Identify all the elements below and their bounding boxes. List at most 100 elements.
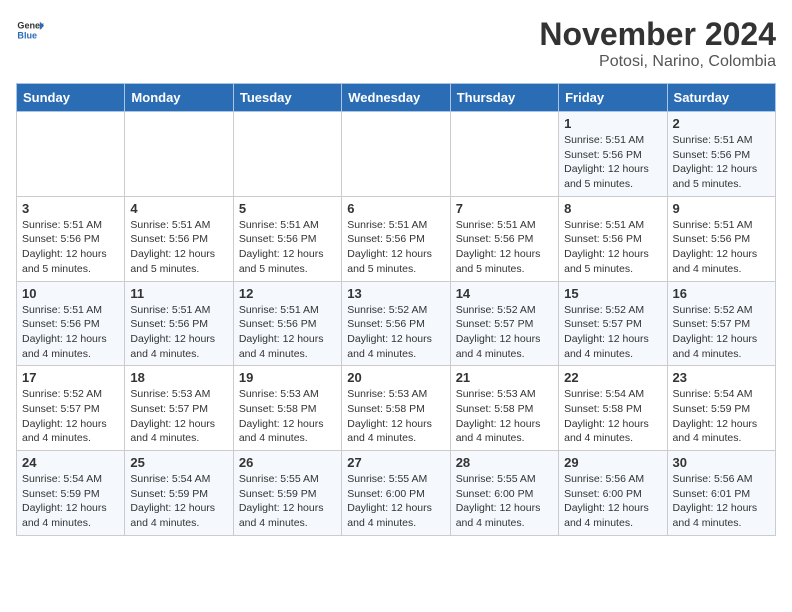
- day-info: Sunrise: 5:52 AM Sunset: 5:57 PM Dayligh…: [564, 303, 661, 362]
- day-number: 25: [130, 455, 227, 470]
- day-info: Sunrise: 5:51 AM Sunset: 5:56 PM Dayligh…: [130, 303, 227, 362]
- day-info: Sunrise: 5:55 AM Sunset: 6:00 PM Dayligh…: [456, 472, 553, 531]
- calendar-cell: [450, 112, 558, 197]
- calendar-week-row: 1 Sunrise: 5:51 AM Sunset: 5:56 PM Daylig…: [17, 112, 776, 197]
- calendar-cell: 29 Sunrise: 5:56 AM Sunset: 6:00 PM Dayli…: [559, 451, 667, 536]
- day-info: Sunrise: 5:51 AM Sunset: 5:56 PM Dayligh…: [347, 218, 444, 277]
- calendar-cell: 9 Sunrise: 5:51 AM Sunset: 5:56 PM Daylig…: [667, 196, 775, 281]
- day-number: 1: [564, 116, 661, 131]
- calendar-cell: 24Sunrise: 5:54 AM Sunset: 5:59 PM Dayli…: [17, 451, 125, 536]
- day-number: 21: [456, 370, 553, 385]
- calendar-cell: 23Sunrise: 5:54 AM Sunset: 5:59 PM Dayli…: [667, 366, 775, 451]
- col-tuesday: Tuesday: [233, 84, 341, 112]
- calendar-week-row: 3 Sunrise: 5:51 AM Sunset: 5:56 PM Daylig…: [17, 196, 776, 281]
- day-info: Sunrise: 5:53 AM Sunset: 5:58 PM Dayligh…: [239, 387, 336, 446]
- day-info: Sunrise: 5:55 AM Sunset: 6:00 PM Dayligh…: [347, 472, 444, 531]
- day-number: 3: [22, 201, 119, 216]
- day-info: Sunrise: 5:56 AM Sunset: 6:01 PM Dayligh…: [673, 472, 770, 531]
- day-number: 11: [130, 286, 227, 301]
- day-info: Sunrise: 5:51 AM Sunset: 5:56 PM Dayligh…: [456, 218, 553, 277]
- day-number: 29: [564, 455, 661, 470]
- day-number: 7: [456, 201, 553, 216]
- calendar-week-row: 24 Sunrise: 5:54 AM Sunset: 5:59 PM Dayli…: [17, 451, 776, 536]
- day-number: 27: [347, 455, 444, 470]
- day-info: Sunrise: 5:51 AM Sunset: 5:56 PM Dayligh…: [22, 303, 119, 362]
- col-sunday: Sunday: [17, 84, 125, 112]
- calendar-cell: 11 Sunrise: 5:51 AM Sunset: 5:56 PM Dayli…: [125, 281, 233, 366]
- col-wednesday: Wednesday: [342, 84, 450, 112]
- day-number: 18: [130, 370, 227, 385]
- day-number: 12: [239, 286, 336, 301]
- day-info: Sunrise: 5:51 AM Sunset: 5:56 PM Dayligh…: [564, 133, 661, 192]
- day-number: 14: [456, 286, 553, 301]
- calendar-cell: 10 Sunrise: 5:51 AM Sunset: 5:56 PM Dayli…: [17, 281, 125, 366]
- col-friday: Friday: [559, 84, 667, 112]
- day-number: 9: [673, 201, 770, 216]
- calendar-cell: 25 Sunrise: 5:54 AM Sunset: 5:59 PM Dayli…: [125, 451, 233, 536]
- day-info: Sunrise: 5:51 AM Sunset: 5:56 PM Dayligh…: [673, 218, 770, 277]
- day-number: 17: [22, 370, 119, 385]
- day-number: 13: [347, 286, 444, 301]
- day-number: 23: [673, 370, 770, 385]
- day-info: Sunrise: 5:51 AM Sunset: 5:56 PM Dayligh…: [673, 133, 770, 192]
- day-info: Sunrise: 5:54 AM Sunset: 5:59 PM Dayligh…: [130, 472, 227, 531]
- calendar-header-row: Sunday Monday Tuesday Wednesday Thursday…: [17, 84, 776, 112]
- day-info: Sunrise: 5:56 AM Sunset: 6:00 PM Dayligh…: [564, 472, 661, 531]
- day-info: Sunrise: 5:55 AM Sunset: 5:59 PM Dayligh…: [239, 472, 336, 531]
- day-info: Sunrise: 5:51 AM Sunset: 5:56 PM Dayligh…: [239, 303, 336, 362]
- day-number: 28: [456, 455, 553, 470]
- day-info: Sunrise: 5:51 AM Sunset: 5:56 PM Dayligh…: [130, 218, 227, 277]
- calendar-cell: 7 Sunrise: 5:51 AM Sunset: 5:56 PM Daylig…: [450, 196, 558, 281]
- calendar-cell: 30 Sunrise: 5:56 AM Sunset: 6:01 PM Dayli…: [667, 451, 775, 536]
- col-thursday: Thursday: [450, 84, 558, 112]
- day-number: 15: [564, 286, 661, 301]
- calendar-cell: 1 Sunrise: 5:51 AM Sunset: 5:56 PM Daylig…: [559, 112, 667, 197]
- calendar-cell: 19 Sunrise: 5:53 AM Sunset: 5:58 PM Dayli…: [233, 366, 341, 451]
- calendar-table: Sunday Monday Tuesday Wednesday Thursday…: [16, 83, 776, 536]
- calendar-cell: 20 Sunrise: 5:53 AM Sunset: 5:58 PM Dayli…: [342, 366, 450, 451]
- calendar-cell: 21 Sunrise: 5:53 AM Sunset: 5:58 PM Dayli…: [450, 366, 558, 451]
- day-info: Sunrise: 5:53 AM Sunset: 5:58 PM Dayligh…: [456, 387, 553, 446]
- calendar-cell: 13Sunrise: 5:52 AM Sunset: 5:56 PM Dayli…: [342, 281, 450, 366]
- calendar-cell: 22 Sunrise: 5:54 AM Sunset: 5:58 PM Dayli…: [559, 366, 667, 451]
- calendar-cell: 16Sunrise: 5:52 AM Sunset: 5:57 PM Dayli…: [667, 281, 775, 366]
- title-block: November 2024 Potosi, Narino, Colombia: [539, 16, 776, 71]
- day-info: Sunrise: 5:54 AM Sunset: 5:58 PM Dayligh…: [564, 387, 661, 446]
- calendar-cell: 5Sunrise: 5:51 AM Sunset: 5:56 PM Daylig…: [233, 196, 341, 281]
- day-number: 22: [564, 370, 661, 385]
- calendar-cell: [233, 112, 341, 197]
- day-info: Sunrise: 5:51 AM Sunset: 5:56 PM Dayligh…: [239, 218, 336, 277]
- col-saturday: Saturday: [667, 84, 775, 112]
- month-title: November 2024: [539, 16, 776, 53]
- calendar-cell: 15 Sunrise: 5:52 AM Sunset: 5:57 PM Dayli…: [559, 281, 667, 366]
- day-number: 6: [347, 201, 444, 216]
- calendar-cell: 27 Sunrise: 5:55 AM Sunset: 6:00 PM Dayli…: [342, 451, 450, 536]
- calendar-cell: 26 Sunrise: 5:55 AM Sunset: 5:59 PM Dayli…: [233, 451, 341, 536]
- calendar-cell: 2Sunrise: 5:51 AM Sunset: 5:56 PM Daylig…: [667, 112, 775, 197]
- calendar-cell: 18Sunrise: 5:53 AM Sunset: 5:57 PM Dayli…: [125, 366, 233, 451]
- day-number: 20: [347, 370, 444, 385]
- day-number: 4: [130, 201, 227, 216]
- day-info: Sunrise: 5:52 AM Sunset: 5:57 PM Dayligh…: [456, 303, 553, 362]
- calendar-cell: 14 Sunrise: 5:52 AM Sunset: 5:57 PM Dayli…: [450, 281, 558, 366]
- day-number: 19: [239, 370, 336, 385]
- day-number: 24: [22, 455, 119, 470]
- day-number: 8: [564, 201, 661, 216]
- day-info: Sunrise: 5:52 AM Sunset: 5:57 PM Dayligh…: [673, 303, 770, 362]
- calendar-cell: 17 Sunrise: 5:52 AM Sunset: 5:57 PM Dayli…: [17, 366, 125, 451]
- day-number: 26: [239, 455, 336, 470]
- day-info: Sunrise: 5:53 AM Sunset: 5:58 PM Dayligh…: [347, 387, 444, 446]
- logo-icon: General Blue: [16, 16, 44, 44]
- day-info: Sunrise: 5:51 AM Sunset: 5:56 PM Dayligh…: [22, 218, 119, 277]
- svg-text:Blue: Blue: [17, 30, 37, 40]
- calendar-cell: [125, 112, 233, 197]
- day-info: Sunrise: 5:52 AM Sunset: 5:57 PM Dayligh…: [22, 387, 119, 446]
- calendar-cell: [342, 112, 450, 197]
- calendar-cell: [17, 112, 125, 197]
- day-number: 30: [673, 455, 770, 470]
- calendar-cell: 8Sunrise: 5:51 AM Sunset: 5:56 PM Daylig…: [559, 196, 667, 281]
- day-number: 10: [22, 286, 119, 301]
- logo: General Blue: [16, 16, 44, 44]
- col-monday: Monday: [125, 84, 233, 112]
- location: Potosi, Narino, Colombia: [539, 53, 776, 71]
